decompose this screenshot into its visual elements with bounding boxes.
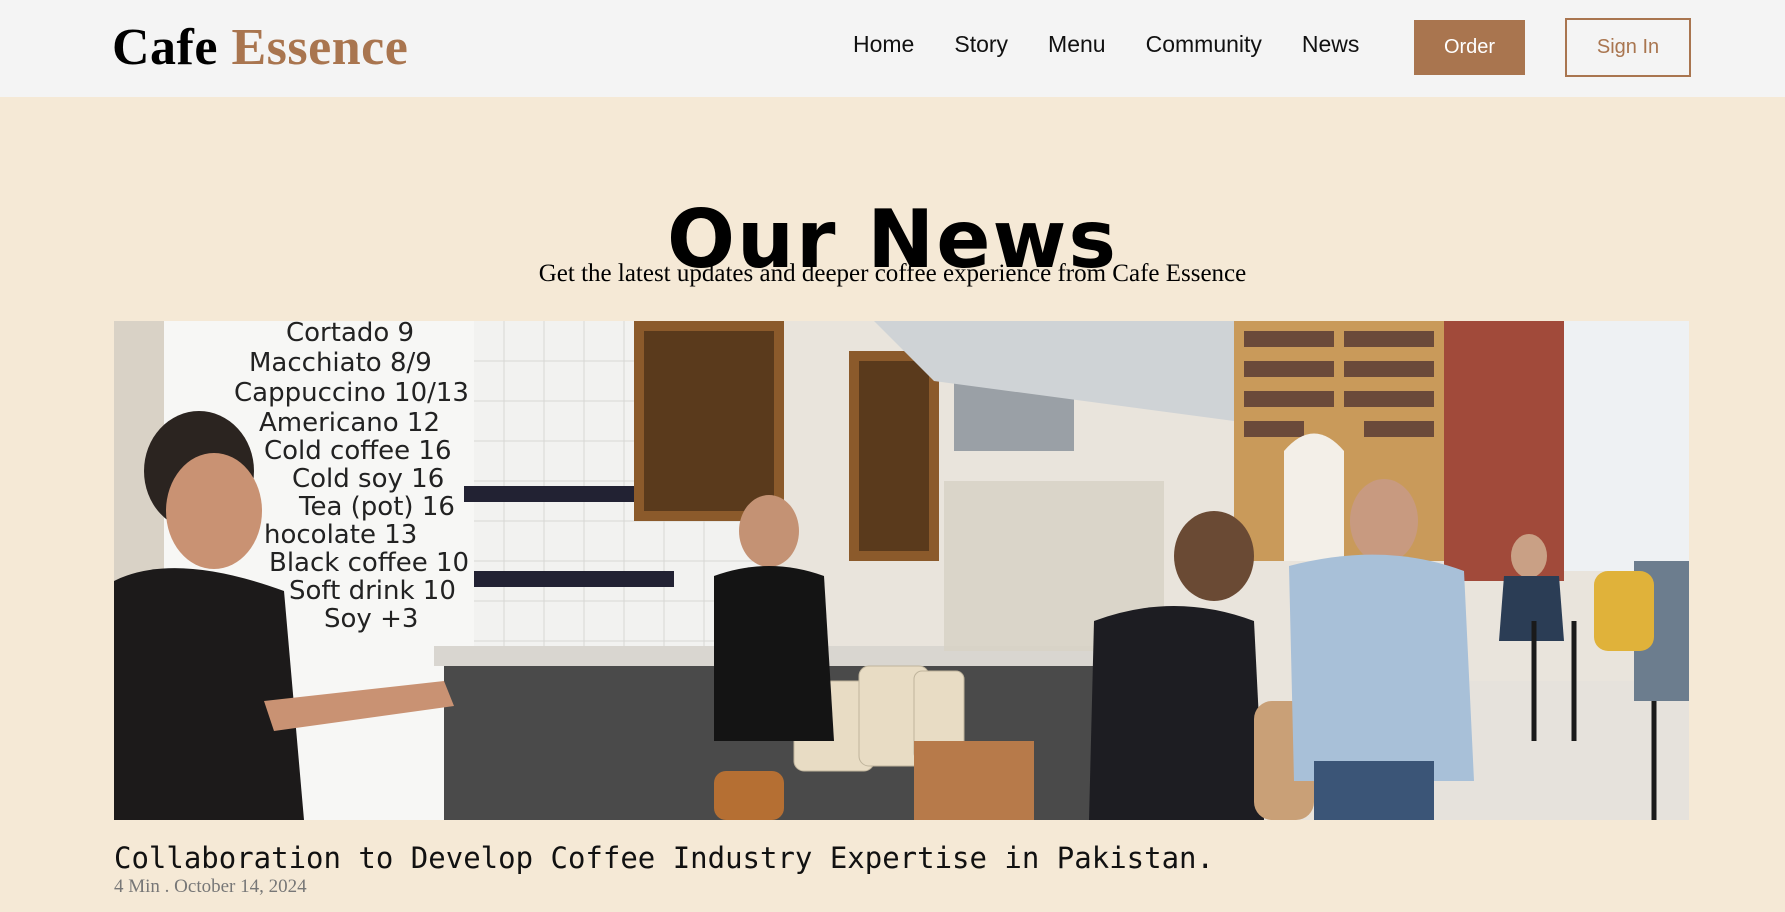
logo-word-essence: Essence: [231, 19, 409, 76]
page-subtitle: Get the latest updates and deeper coffee…: [538, 260, 1247, 287]
news-hero-image[interactable]: Cortado 9 Macchiato 8/9 Cappuccino 10/13…: [114, 321, 1689, 820]
svg-text:Cappuccino 10/13: Cappuccino 10/13: [234, 378, 469, 408]
site-logo[interactable]: Cafe Essence: [112, 20, 408, 76]
logo-word-cafe: Cafe: [112, 19, 218, 76]
nav-home[interactable]: Home: [853, 30, 914, 58]
svg-text:Cold coffee 16: Cold coffee 16: [264, 436, 452, 466]
svg-text:Soy +3: Soy +3: [324, 604, 418, 634]
svg-text:Cortado 9: Cortado 9: [286, 321, 414, 348]
news-article-meta: 4 Min . October 14, 2024: [114, 876, 307, 897]
news-article-title[interactable]: Collaboration to Develop Coffee Industry…: [114, 840, 1214, 876]
nav-community[interactable]: Community: [1146, 30, 1262, 58]
main-nav: Home Story Menu Community News: [853, 30, 1399, 58]
svg-text:Macchiato 8/9: Macchiato 8/9: [249, 348, 432, 378]
svg-text:hocolate 13: hocolate 13: [264, 520, 417, 550]
nav-menu[interactable]: Menu: [1048, 30, 1106, 58]
site-header: Cafe Essence Home Story Menu Community N…: [0, 0, 1785, 97]
svg-text:Americano 12: Americano 12: [259, 408, 440, 438]
nav-news[interactable]: News: [1302, 30, 1360, 58]
nav-story[interactable]: Story: [954, 30, 1008, 58]
svg-text:Cold soy 16: Cold soy 16: [292, 464, 444, 494]
svg-text:Black coffee 10: Black coffee 10: [269, 548, 469, 578]
svg-text:Tea (pot) 16: Tea (pot) 16: [298, 492, 455, 522]
svg-text:Soft drink 10: Soft drink 10: [289, 576, 456, 606]
order-button[interactable]: Order: [1414, 20, 1525, 75]
sign-in-button[interactable]: Sign In: [1565, 18, 1691, 77]
